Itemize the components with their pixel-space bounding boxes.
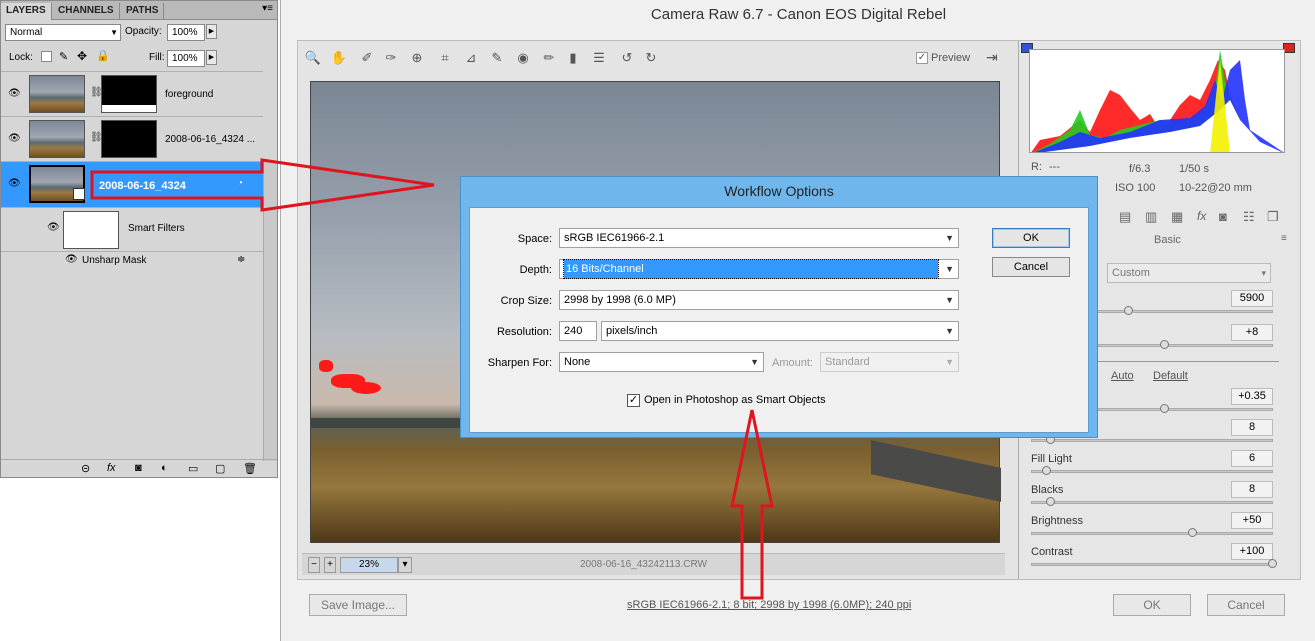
annotation-overlay <box>90 158 774 600</box>
annotation-arrow-right <box>90 158 435 212</box>
annotation-arrow-up <box>730 409 774 600</box>
